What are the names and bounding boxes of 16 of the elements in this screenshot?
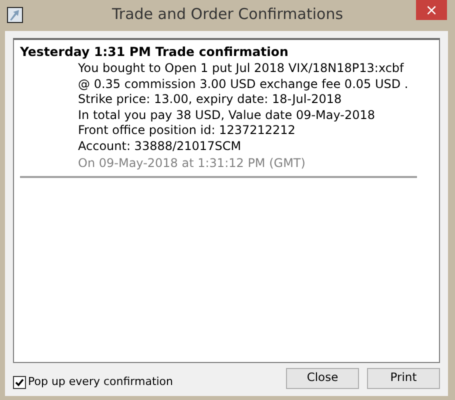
confirmation-detail: @ 0.35 commission 3.00 USD exchange fee 0.05 USD . bbox=[78, 76, 410, 92]
confirmation-detail: Strike price: 13.00, expiry date: 18-Jul-2018 bbox=[78, 92, 343, 108]
checkmark-icon bbox=[15, 378, 24, 386]
checkbox-label: Pop up every confirmation bbox=[28, 374, 174, 390]
confirmation-timestamp: On 09-May-2018 at 1:31:12 PM (GMT) bbox=[78, 156, 306, 172]
confirmation-detail: In total you pay 38 USD, Value date 09-May-2018 bbox=[78, 108, 376, 123]
close-button[interactable]: × bbox=[416, 0, 447, 20]
dialog-button[interactable]: Print bbox=[367, 368, 440, 388]
app-icon bbox=[7, 7, 23, 23]
dialog-button[interactable]: Close bbox=[286, 368, 359, 388]
confirmation-detail: Front office position id: 1237212212 bbox=[78, 123, 296, 138]
confirmation-heading: Yesterday 1:31 PM Trade confirmation bbox=[20, 43, 290, 61]
checkbox[interactable] bbox=[13, 376, 26, 388]
confirmation-detail: Account: 33888/21017SCM bbox=[78, 138, 242, 154]
window-title: Trade and Order Confirmations bbox=[112, 4, 344, 26]
confirmation-detail: You bought to Open 1 put Jul 2018 VIX/18N18P13:xcbf bbox=[78, 61, 405, 76]
